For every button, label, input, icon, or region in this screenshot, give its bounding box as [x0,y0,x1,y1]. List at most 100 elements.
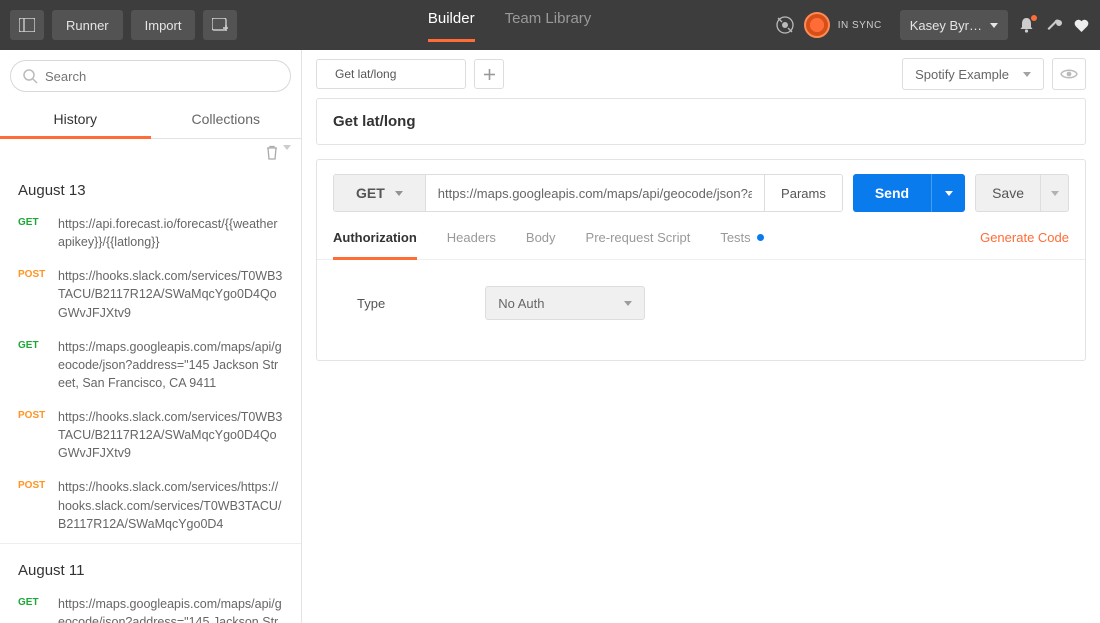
chevron-down-icon [395,191,403,196]
history-date-header: August 13 [0,164,301,209]
history-date-header: August 11 [0,543,301,589]
topbar: Runner Import Builder Team Library IN SY… [0,0,1100,50]
url-input[interactable] [438,186,752,201]
heart-icon [1073,17,1090,34]
subtab-tests-label: Tests [720,230,750,245]
history-item[interactable]: POST https://hooks.slack.com/services/T0W… [0,261,301,331]
main-panel: Get lat/long Spotify Example Get lat/lon… [302,50,1100,623]
request-tabstrip: Get lat/long [316,59,504,89]
environment-quicklook-button[interactable] [1052,58,1086,90]
favorite-button[interactable] [1073,17,1090,34]
top-nav: Builder Team Library [245,10,773,41]
search-input[interactable] [10,60,291,92]
plus-icon [484,69,495,80]
chevron-down-icon [990,23,998,28]
generate-code-link[interactable]: Generate Code [980,230,1069,245]
method-badge: GET [18,595,48,623]
nav-builder[interactable]: Builder [428,10,475,41]
wrench-icon [1045,16,1063,34]
add-tab-button[interactable] [474,59,504,89]
user-menu[interactable]: Kasey Byr… [900,10,1008,40]
auth-type-label: Type [357,296,385,311]
notifications-button[interactable] [1018,17,1035,34]
trash-button[interactable] [265,145,279,160]
settings-button[interactable] [1045,16,1063,34]
method-badge: GET [18,215,48,251]
save-button-group: Save [975,174,1069,212]
method-badge: POST [18,478,48,532]
sidebar-toolbar [0,139,301,164]
chevron-down-icon [945,191,953,196]
send-options-button[interactable] [931,174,965,212]
history-url: https://maps.googleapis.com/maps/api/geo… [58,595,283,623]
new-window-button[interactable] [203,10,237,40]
method-badge: POST [18,408,48,462]
subtab-authorization[interactable]: Authorization [333,230,417,259]
request-tab[interactable]: Get lat/long [316,59,466,89]
chevron-down-icon[interactable] [283,145,291,150]
trash-icon [265,145,279,160]
request-subtabs: Authorization Headers Body Pre-request S… [317,212,1085,260]
auth-type-select[interactable]: No Auth [485,286,645,320]
subtab-tests[interactable]: Tests [720,230,763,259]
main-topbar: Get lat/long Spotify Example [302,50,1100,98]
method-badge: GET [18,338,48,392]
environment-name: Spotify Example [915,67,1009,82]
history-item[interactable]: POST https://hooks.slack.com/services/T0W… [0,402,301,472]
history-item[interactable]: GET https://maps.googleapis.com/maps/api/… [0,332,301,402]
sidebar: History Collections August 13 GET https:/… [0,50,302,623]
sidebar-tabs: History Collections [0,100,301,139]
user-name: Kasey Byr… [910,18,982,33]
chevron-down-icon [1023,72,1031,77]
sync-text: IN SYNC [838,20,882,31]
notification-dot [1031,15,1037,21]
auth-panel: Type No Auth [317,260,1085,360]
subtab-body[interactable]: Body [526,230,556,259]
sync-status: IN SYNC [774,12,882,38]
method-label: GET [356,185,385,201]
history-url: https://maps.googleapis.com/maps/api/geo… [58,338,283,392]
save-button[interactable]: Save [976,175,1040,211]
history-url: https://hooks.slack.com/services/T0WB3TA… [58,408,283,462]
panel-icon [19,18,35,32]
app-shell: History Collections August 13 GET https:/… [0,50,1100,623]
method-select[interactable]: GET [334,175,426,211]
eye-icon [1060,68,1078,80]
environment-select[interactable]: Spotify Example [902,58,1044,90]
window-plus-icon [212,18,228,32]
subtab-pre-request[interactable]: Pre-request Script [586,230,691,259]
request-editor: GET Params Send Save [316,159,1086,361]
chevron-down-icon [1051,191,1059,196]
send-button[interactable]: Send [853,174,931,212]
request-title[interactable]: Get lat/long [317,99,1085,144]
subtab-headers[interactable]: Headers [447,230,496,259]
toggle-sidebar-button[interactable] [10,10,44,40]
request-name-card: Get lat/long [316,98,1086,145]
search-icon [22,68,38,84]
runner-button[interactable]: Runner [52,10,123,40]
url-segment: GET Params [333,174,843,212]
chevron-down-icon [624,301,632,306]
environment-controls: Spotify Example [902,58,1086,90]
history-list[interactable]: August 13 GET https://api.forecast.io/for… [0,164,301,623]
history-item[interactable]: GET https://maps.googleapis.com/maps/api/… [0,589,301,623]
sync-orb-icon [804,12,830,38]
method-badge: POST [18,267,48,321]
params-button[interactable]: Params [764,175,842,211]
tab-collections[interactable]: Collections [151,100,302,138]
indicator-dot [757,234,764,241]
import-button[interactable]: Import [131,10,196,40]
request-url-bar: GET Params Send Save [317,160,1085,212]
history-url: https://hooks.slack.com/services/T0WB3TA… [58,267,283,321]
history-item[interactable]: POST https://hooks.slack.com/services/htt… [0,472,301,542]
nav-team-library[interactable]: Team Library [505,10,592,41]
history-item[interactable]: GET https://api.forecast.io/forecast/{{we… [0,209,301,261]
send-button-group: Send [853,174,965,212]
url-field-wrap [426,175,764,211]
save-options-button[interactable] [1040,175,1068,211]
history-url: https://api.forecast.io/forecast/{{weath… [58,215,283,251]
sidebar-search [0,50,301,100]
topbar-right: IN SYNC Kasey Byr… [774,10,1090,40]
history-url: https://hooks.slack.com/services/https:/… [58,478,283,532]
tab-history[interactable]: History [0,100,151,138]
